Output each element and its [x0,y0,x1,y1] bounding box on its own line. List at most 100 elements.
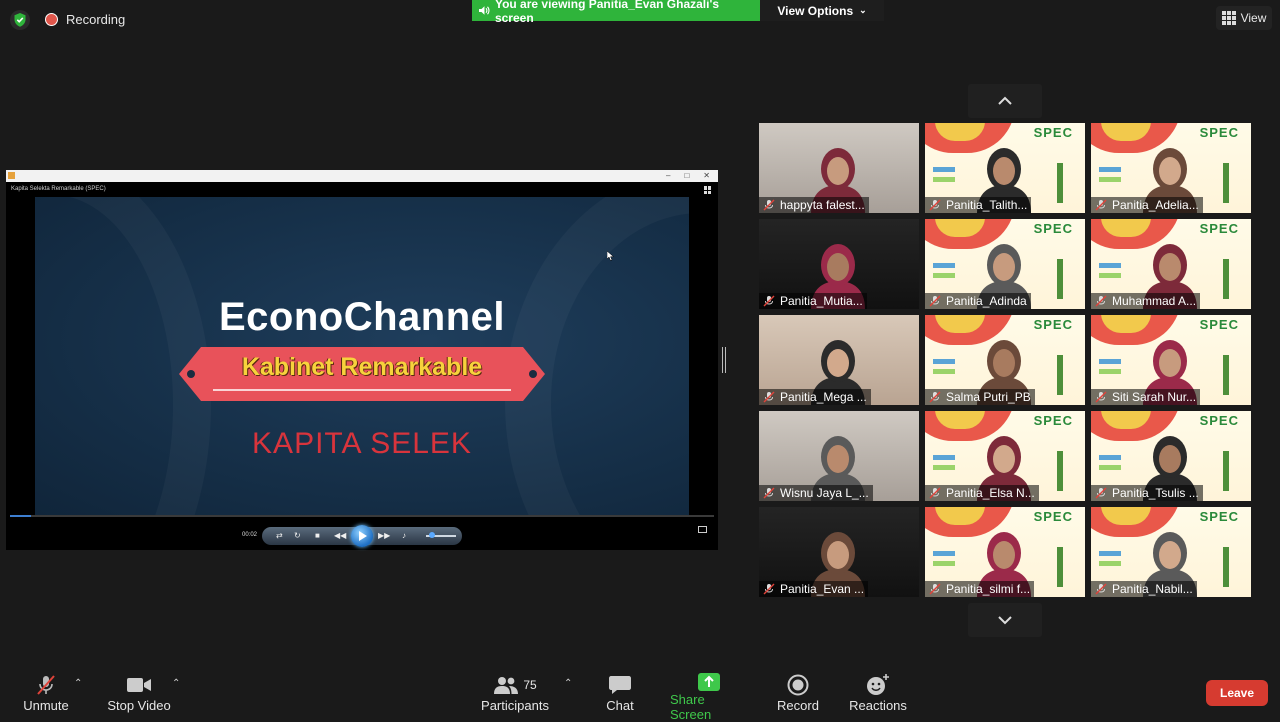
video-options-caret[interactable]: ⌃ [172,678,180,689]
speaker-icon [478,6,490,15]
window-controls: – □ ✕ [666,170,710,182]
decor-sign [1099,369,1121,374]
decor-plant [1057,355,1063,395]
gallery-next-button[interactable] [968,603,1042,637]
reactions-button[interactable]: Reactions [848,672,908,718]
participant-tile[interactable]: SPEC Panitia_Adelia... [1091,123,1251,213]
decor-sign [933,369,955,374]
participant-tile[interactable]: Panitia_Mega ... [759,315,919,405]
view-options-button[interactable]: View Options ⌄ [760,0,884,21]
participant-name-tag: Panitia_Evan ... [759,581,869,597]
switch-to-mini-icon[interactable] [698,526,707,533]
seek-bar[interactable] [10,515,714,517]
decor-sign [1099,359,1121,364]
participant-tile[interactable]: SPEC Panitia_Talith... [925,123,1085,213]
muted-microphone-icon [1095,199,1107,211]
participant-name: Panitia_Mutia... [780,294,863,308]
decor-sign [933,177,955,182]
spec-logo: SPEC [1199,509,1239,524]
ribbon-text: Kabinet Remarkable [241,353,483,381]
participant-tile[interactable]: SPEC Siti Sarah Nur... [1091,315,1251,405]
audio-options-caret[interactable]: ⌃ [74,678,82,689]
participants-button[interactable]: 75 Participants [480,672,550,718]
chevron-up-icon [998,96,1012,105]
participant-name: Panitia_Nabil... [1112,582,1193,596]
chevron-down-icon: ⌄ [859,5,867,15]
next-icon[interactable]: ▶▶ [378,527,390,545]
spec-logo: SPEC [1199,125,1239,140]
decor-plant [1223,451,1229,491]
muted-microphone-icon [1095,583,1107,595]
participant-tile[interactable]: SPEC Panitia_Nabil... [1091,507,1251,597]
decor-plant [1057,547,1063,587]
participants-options-caret[interactable]: ⌃ [564,678,572,689]
spec-logo: SPEC [1033,509,1073,524]
participant-name-tag: Panitia_Nabil... [1091,581,1197,597]
share-screen-icon [697,672,721,692]
decor-sign [933,263,955,268]
participant-name-tag: happyta falest... [759,197,869,213]
split-view-handle[interactable] [722,347,726,373]
shared-screen[interactable]: – □ ✕ Kapita Selekta Remarkable (SPEC) E… [6,170,718,550]
volume-icon[interactable]: ♪ [402,527,406,545]
unmute-button[interactable]: Unmute [18,672,74,718]
participant-tile[interactable]: SPEC Panitia_Tsulis ... [1091,411,1251,501]
participant-name-tag: Muhammad A... [1091,293,1201,309]
participant-name: Panitia_silmi f... [946,582,1031,596]
participant-tile[interactable]: Panitia_Mutia... [759,219,919,309]
participant-tile[interactable]: SPEC Panitia_silmi f... [925,507,1085,597]
participant-tile[interactable]: SPEC Panitia_Adinda [925,219,1085,309]
record-button[interactable]: Record [776,672,820,718]
app-icon [8,172,15,179]
decor-plant [1223,355,1229,395]
participant-tile[interactable]: Panitia_Evan ... [759,507,919,597]
participant-tile[interactable]: SPEC Panitia_Elsa N... [925,411,1085,501]
participant-tile[interactable]: Wisnu Jaya L_... [759,411,919,501]
spec-logo: SPEC [1033,317,1073,332]
muted-microphone-icon [1095,295,1107,307]
muted-microphone-icon [34,672,58,698]
muted-microphone-icon [1095,391,1107,403]
stop-video-label: Stop Video [107,698,171,713]
participant-name: Panitia_Talith... [946,198,1028,212]
leave-button[interactable]: Leave [1206,680,1268,706]
decor-sign [933,273,955,278]
unmute-label: Unmute [23,698,69,713]
decor-plant [1223,163,1229,203]
stop-video-button[interactable]: Stop Video [104,672,174,718]
participant-tile[interactable]: happyta falest... [759,123,919,213]
muted-microphone-icon [763,391,775,403]
chat-label: Chat [606,698,634,713]
decor-sign [933,455,955,460]
participant-name-tag: Panitia_Adelia... [1091,197,1203,213]
spec-logo: SPEC [1033,413,1073,428]
decor-sign [1099,273,1121,278]
participant-name-tag: Panitia_Mega ... [759,389,871,405]
stop-icon[interactable]: ■ [315,527,320,545]
decor-sign [1099,263,1121,268]
participant-name: Panitia_Evan ... [780,582,865,596]
security-shield-icon[interactable] [10,10,30,30]
muted-microphone-icon [763,487,775,499]
gallery-prev-button[interactable] [968,84,1042,118]
participant-tile[interactable]: SPEC Muhammad A... [1091,219,1251,309]
share-screen-button[interactable]: Share Screen [670,672,748,722]
decor-plant [1057,163,1063,203]
decor-plant [1057,259,1063,299]
decor-sign [933,359,955,364]
chat-button[interactable]: Chat [598,672,642,718]
shuffle-icon[interactable]: ⇄ [276,527,283,545]
spec-logo: SPEC [1033,221,1073,236]
participant-name: Panitia_Tsulis ... [1112,486,1199,500]
muted-microphone-icon [1095,487,1107,499]
participant-tile[interactable]: SPEC Salma Putri_PB [925,315,1085,405]
repeat-icon[interactable]: ↻ [294,527,301,545]
previous-icon[interactable]: ◀◀ [334,527,346,545]
decor-sign [1099,551,1121,556]
participant-name-tag: Siti Sarah Nur... [1091,389,1201,405]
decor-plant [1057,451,1063,491]
volume-slider-knob[interactable] [429,532,435,538]
play-button[interactable] [351,525,373,547]
muted-microphone-icon [763,583,775,595]
view-layout-button[interactable]: View [1216,6,1272,30]
